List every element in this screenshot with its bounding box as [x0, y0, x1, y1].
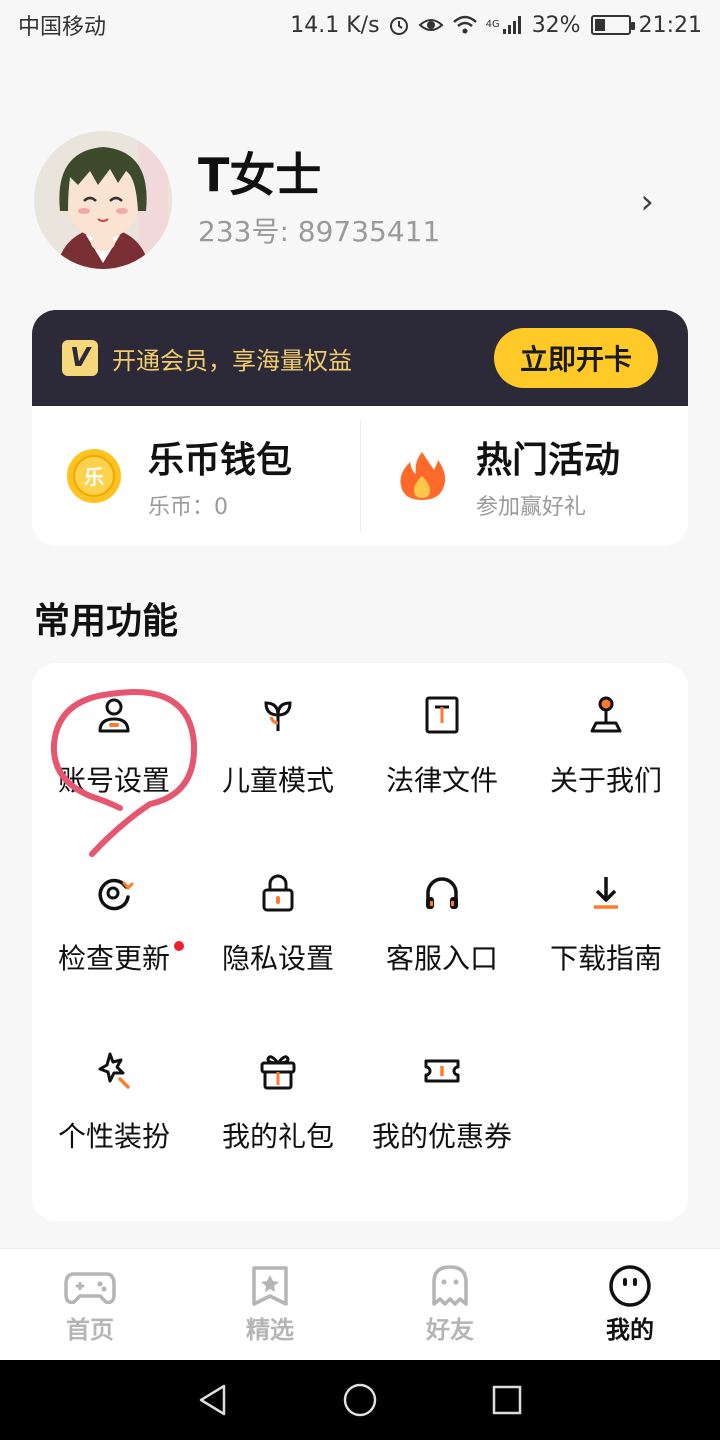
joystick-icon [590, 696, 622, 733]
battery-icon [590, 15, 635, 35]
wallet-events-row: 乐 乐币钱包 乐币：0 热门活动 参加赢好礼 [32, 406, 688, 546]
tab-home[interactable]: 首页 [0, 1249, 180, 1360]
eye-icon [418, 19, 444, 31]
function-item-customer-service[interactable]: 客服入口 [360, 871, 524, 1049]
function-item-account-settings[interactable]: 账号设置 [32, 693, 196, 871]
battery-percent: 32% [531, 12, 581, 38]
function-label: 隐私设置 [221, 942, 334, 975]
events-subtitle: 参加赢好礼 [476, 495, 587, 520]
smiley-icon [609, 1265, 651, 1307]
function-item-about-us[interactable]: 关于我们 [524, 693, 688, 871]
open-vip-button[interactable]: 立即开卡 [494, 328, 658, 388]
vip-logo-icon: V [62, 340, 98, 376]
tab-featured[interactable]: 精选 [180, 1249, 360, 1360]
function-label: 关于我们 [549, 764, 662, 797]
events-entry[interactable]: 热门活动 参加赢好礼 [360, 406, 688, 546]
function-label: 个性装扮 [57, 1120, 170, 1153]
user-id: 233号: 89735411 [198, 215, 441, 249]
star-bookmark-icon [252, 1266, 288, 1306]
vip-banner[interactable]: V 开通会员，享海量权益 立即开卡 [32, 310, 688, 406]
tab-label: 精选 [246, 1316, 294, 1344]
function-label: 儿童模式 [221, 764, 334, 797]
gamepad-icon [64, 1272, 116, 1305]
function-item-check-update[interactable]: 检查更新 [32, 871, 196, 1049]
function-label: 下载指南 [549, 942, 662, 975]
wallet-balance: 乐币：0 [148, 495, 228, 520]
user-icon [98, 698, 130, 733]
nickname: T女士 [198, 147, 322, 202]
function-item-personal-dress-up[interactable]: 个性装扮 [32, 1049, 196, 1227]
wallet-title: 乐币钱包 [148, 440, 293, 481]
gift-icon [260, 1055, 296, 1090]
function-label: 账号设置 [57, 764, 170, 797]
chevron-right-icon[interactable]: › [640, 182, 654, 222]
ticket-icon [424, 1059, 460, 1083]
profile-info: T女士 233号: 89735411 [198, 150, 440, 251]
home-button[interactable] [340, 1380, 380, 1420]
function-item-legal-documents[interactable]: 法律文件 [360, 693, 524, 871]
back-button[interactable] [193, 1380, 233, 1420]
events-title: 热门活动 [476, 440, 621, 481]
tab-friends[interactable]: 好友 [360, 1249, 540, 1360]
alarm-icon [389, 17, 408, 35]
function-label: 我的优惠券 [371, 1120, 512, 1153]
avatar[interactable] [34, 131, 172, 269]
update-badge-dot [174, 941, 184, 951]
function-label: 检查更新 [57, 937, 184, 977]
vip-wallet-card: V 开通会员，享海量权益 立即开卡 乐 乐币钱包 乐币：0 热门活动 参加赢好礼 [32, 310, 688, 546]
status-indicators: 14.1 K/s 4G 32% 21:21 [290, 13, 702, 38]
function-label: 客服入口 [385, 942, 498, 975]
function-item-my-coupons[interactable]: 我的优惠券 [360, 1049, 524, 1227]
net-speed: 14.1 K/s [290, 12, 380, 38]
bottom-tab-bar: 首页 精选 好友 我的 [0, 1248, 720, 1360]
battery-fill [594, 19, 605, 31]
home-circle-icon [343, 1383, 377, 1417]
function-item-download-guide[interactable]: 下载指南 [524, 871, 688, 1049]
network-type: 4G [485, 18, 500, 30]
recents-square-icon [492, 1385, 521, 1415]
headphones-icon [426, 877, 458, 909]
tab-mine[interactable]: 我的 [540, 1249, 720, 1360]
tab-label: 好友 [426, 1316, 474, 1344]
functions-card: 账号设置 儿童模式 法律文件 关于我们 检查更新 隐私设置 客服入口 下载指南 … [32, 663, 688, 1221]
section-title: 常用功能 [34, 601, 179, 642]
avatar-image [34, 131, 172, 269]
lock-icon [262, 874, 294, 912]
function-item-my-gifts[interactable]: 我的礼包 [196, 1049, 360, 1227]
function-item-privacy-settings[interactable]: 隐私设置 [196, 871, 360, 1049]
system-navigation-bar [0, 1360, 720, 1440]
vip-promo-text: 开通会员，享海量权益 [112, 346, 352, 375]
sprout-icon [264, 701, 292, 731]
function-label: 我的礼包 [221, 1120, 334, 1153]
wallet-text: 乐币钱包 乐币：0 [148, 431, 292, 521]
events-text: 热门活动 参加赢好礼 [476, 431, 620, 521]
function-label: 法律文件 [385, 764, 498, 797]
wifi-icon [452, 15, 477, 34]
tab-label: 我的 [606, 1310, 654, 1347]
download-icon [594, 877, 618, 909]
document-icon [425, 696, 459, 734]
wallet-entry[interactable]: 乐 乐币钱包 乐币：0 [32, 406, 360, 546]
tab-label: 首页 [66, 1316, 114, 1344]
profile-header[interactable]: T女士 233号: 89735411 › [34, 130, 674, 270]
signal-icon [502, 16, 521, 34]
function-item-kids-mode[interactable]: 儿童模式 [196, 693, 360, 871]
coin-glyph: 乐 [84, 465, 104, 489]
status-bar: 中国移动 14.1 K/s 4G 32% 21:21 [0, 0, 720, 50]
clock: 21:21 [638, 12, 702, 38]
magic-wand-icon [98, 1052, 130, 1089]
functions-grid: 账号设置 儿童模式 法律文件 关于我们 检查更新 隐私设置 客服入口 下载指南 … [32, 663, 688, 1227]
function-label-text: 检查更新 [57, 942, 170, 975]
back-triangle-icon [200, 1384, 226, 1416]
recents-button[interactable] [487, 1380, 527, 1420]
refresh-icon [98, 878, 134, 911]
ghost-icon [432, 1265, 468, 1306]
coin-icon: 乐 [67, 449, 121, 503]
flame-icon [400, 452, 446, 500]
carrier-label: 中国移动 [18, 15, 107, 40]
